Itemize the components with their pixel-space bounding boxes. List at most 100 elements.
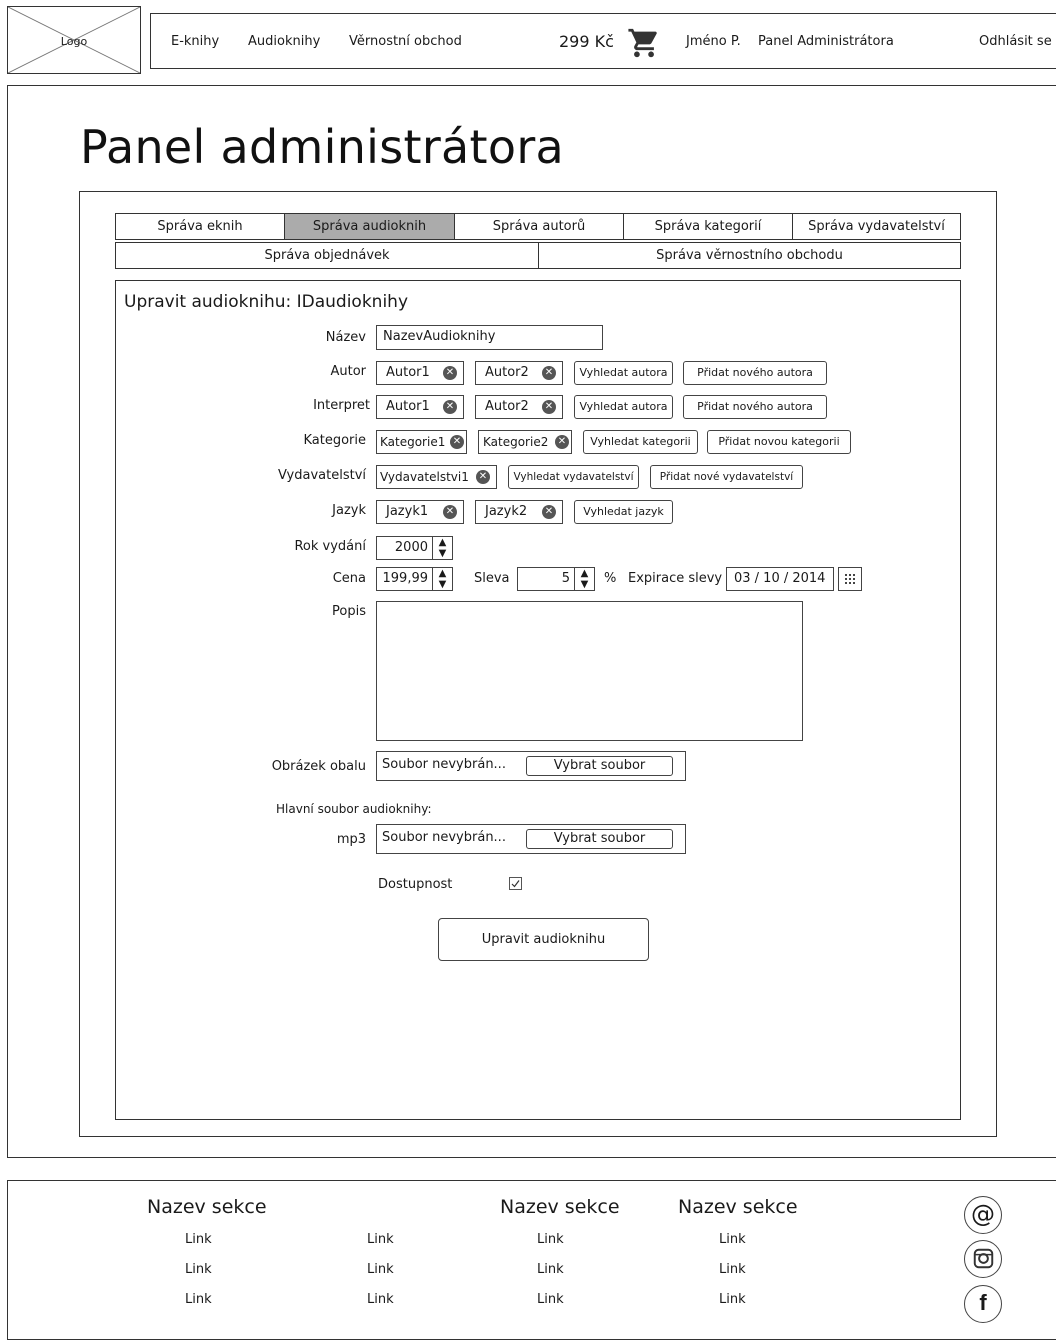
category-label: Kategorie <box>303 433 366 448</box>
calendar-icon[interactable] <box>838 567 862 591</box>
interpret-chip-label: Autor1 <box>386 399 430 414</box>
nav-ebooks[interactable]: E-knihy <box>171 34 219 49</box>
remove-icon[interactable]: ✕ <box>450 435 464 449</box>
nav-audiobooks[interactable]: Audioknihy <box>248 34 320 49</box>
cart-price: 299 Kč <box>559 32 614 51</box>
footer-section-heading: Nazev sekce <box>147 1196 267 1218</box>
footer-link[interactable]: Link <box>537 1262 564 1277</box>
remove-icon[interactable]: ✕ <box>555 435 569 449</box>
footer-link[interactable]: Link <box>185 1262 212 1277</box>
cover-file-status: Soubor nevybrán... <box>382 757 506 772</box>
year-label: Rok vydání <box>294 539 366 554</box>
remove-icon[interactable]: ✕ <box>542 505 556 519</box>
cart-icon[interactable] <box>627 26 661 64</box>
publisher-chip: Vydavatelstvi1 ✕ <box>376 465 497 489</box>
tab-audiobooks[interactable]: Správa audioknih <box>284 213 455 240</box>
footer-link[interactable]: Link <box>537 1292 564 1307</box>
availability-checkbox[interactable] <box>509 877 522 890</box>
stepper-arrows-icon[interactable]: ▲ ▼ <box>432 568 452 590</box>
footer-link[interactable]: Link <box>719 1292 746 1307</box>
logout-link[interactable]: Odhlásit se <box>979 34 1052 49</box>
search-language-button[interactable]: Vyhledat jazyk <box>574 500 673 524</box>
remove-icon[interactable]: ✕ <box>443 366 457 380</box>
add-category-button[interactable]: Přidat novou kategorii <box>707 430 851 454</box>
footer-link[interactable]: Link <box>185 1292 212 1307</box>
at-icon[interactable]: @ <box>964 1196 1002 1234</box>
main-file-label: Hlavní soubor audioknihy: <box>276 802 432 816</box>
footer-section-heading: Nazev sekce <box>500 1196 620 1218</box>
search-interpret-button[interactable]: Vyhledat autora <box>574 395 673 419</box>
name-input[interactable]: NazevAudioknihy <box>376 325 603 350</box>
instagram-icon[interactable] <box>964 1240 1002 1278</box>
publisher-chip-label: Vydavatelstvi1 <box>380 470 469 484</box>
interpret-chip: Autor1 ✕ <box>376 395 464 419</box>
discount-label: Sleva <box>474 571 510 586</box>
nav-loyalty-shop[interactable]: Věrnostní obchod <box>349 34 462 49</box>
discount-expiration-label: Expirace slevy <box>628 571 723 586</box>
remove-icon[interactable]: ✕ <box>443 505 457 519</box>
footer-link[interactable]: Link <box>719 1262 746 1277</box>
percent-sign: % <box>604 571 617 586</box>
tab-publishers[interactable]: Správa vydavatelství <box>792 213 961 240</box>
form-title: Upravit audioknihu: IDaudioknihy <box>124 292 409 312</box>
tab-authors[interactable]: Správa autorů <box>454 213 624 240</box>
cover-choose-file-button[interactable]: Vybrat soubor <box>526 756 673 776</box>
publisher-label: Vydavatelství <box>278 468 366 483</box>
footer-link[interactable]: Link <box>367 1292 394 1307</box>
language-chip: Jazyk2 ✕ <box>475 500 563 524</box>
cover-image-label: Obrázek obalu <box>271 759 366 774</box>
year-stepper[interactable]: 2000 ▲ ▼ <box>376 536 453 560</box>
tab-orders[interactable]: Správa objednávek <box>115 242 539 269</box>
remove-icon[interactable]: ✕ <box>443 400 457 414</box>
remove-icon[interactable]: ✕ <box>542 400 556 414</box>
footer-link[interactable]: Link <box>537 1232 564 1247</box>
add-author-button[interactable]: Přidat nového autora <box>683 361 827 385</box>
user-name[interactable]: Jméno P. <box>686 34 741 49</box>
footer-link[interactable]: Link <box>367 1232 394 1247</box>
stepper-arrows-icon[interactable]: ▲ ▼ <box>574 568 594 590</box>
language-label: Jazyk <box>332 503 366 518</box>
footer-link[interactable]: Link <box>367 1262 394 1277</box>
description-textarea[interactable] <box>376 601 803 741</box>
facebook-icon[interactable]: f <box>964 1285 1002 1323</box>
top-navigation: E-knihy Audioknihy Věrnostní obchod 299 … <box>150 13 1056 69</box>
interpret-chip-label: Autor2 <box>485 399 529 414</box>
mp3-file-picker: Soubor nevybrán... Vybrat soubor <box>376 824 686 854</box>
author-chip-label: Autor2 <box>485 365 529 380</box>
price-stepper[interactable]: 199,99 ▲ ▼ <box>376 567 453 591</box>
cover-file-picker: Soubor nevybrán... Vybrat soubor <box>376 751 686 781</box>
description-label: Popis <box>332 604 366 619</box>
search-publisher-button[interactable]: Vyhledat vydavatelství <box>508 465 639 489</box>
add-publisher-button[interactable]: Přidat nové vydavatelství <box>650 465 803 489</box>
logo[interactable]: Logo <box>7 6 141 74</box>
remove-icon[interactable]: ✕ <box>476 470 490 484</box>
discount-expiration-date[interactable]: 03 / 10 / 2014 <box>726 567 834 591</box>
interpret-label: Interpret <box>313 398 370 413</box>
language-chip: Jazyk1 ✕ <box>376 500 464 524</box>
stepper-arrows-icon[interactable]: ▲ ▼ <box>432 537 452 559</box>
page-title: Panel administrátora <box>80 120 565 174</box>
footer-link[interactable]: Link <box>185 1232 212 1247</box>
mp3-choose-file-button[interactable]: Vybrat soubor <box>526 829 673 849</box>
tab-ebooks[interactable]: Správa eknih <box>115 213 285 240</box>
category-chip-label: Kategorie2 <box>483 435 549 449</box>
name-label: Název <box>325 330 366 345</box>
nav-admin-panel[interactable]: Panel Administrátora <box>758 34 894 49</box>
price-value: 199,99 <box>382 571 429 586</box>
check-icon <box>511 880 520 888</box>
availability-label: Dostupnost <box>378 877 453 892</box>
add-interpret-button[interactable]: Přidat nového autora <box>683 395 827 419</box>
language-chip-label: Jazyk2 <box>485 504 528 519</box>
submit-edit-audiobook-button[interactable]: Upravit audioknihu <box>438 918 649 961</box>
year-value: 2000 <box>394 540 428 555</box>
search-category-button[interactable]: Vyhledat kategorii <box>583 430 698 454</box>
category-chip: Kategorie2 ✕ <box>478 430 572 454</box>
discount-stepper[interactable]: 5 ▲ ▼ <box>517 567 595 591</box>
tab-loyalty-shop[interactable]: Správa věrnostního obchodu <box>538 242 961 269</box>
tab-categories[interactable]: Správa kategorií <box>623 213 793 240</box>
footer-link[interactable]: Link <box>719 1232 746 1247</box>
search-author-button[interactable]: Vyhledat autora <box>574 361 673 385</box>
remove-icon[interactable]: ✕ <box>542 366 556 380</box>
mp3-file-status: Soubor nevybrán... <box>382 830 506 845</box>
author-label: Autor <box>330 364 366 379</box>
